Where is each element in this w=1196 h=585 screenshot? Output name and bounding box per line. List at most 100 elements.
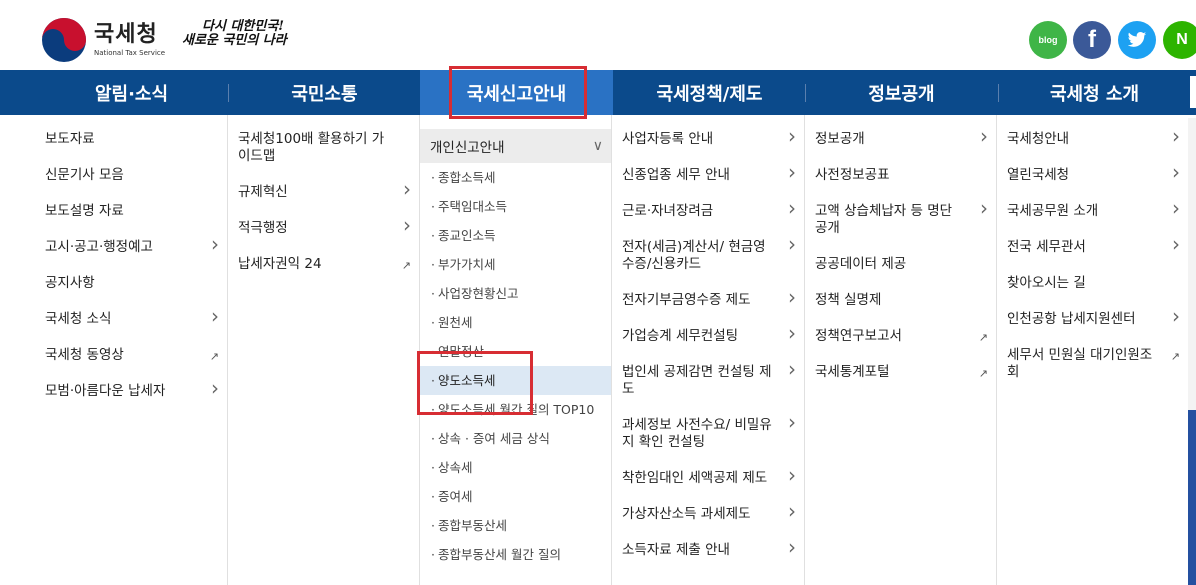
- blog-icon[interactable]: blog: [1029, 21, 1067, 59]
- submenu-item-policy[interactable]: 신종업종 세무 안내 ›: [612, 162, 804, 184]
- submenu-item-news-label: 보도자료: [45, 131, 95, 147]
- submenu-item-filing[interactable]: 부가가치세: [420, 250, 611, 279]
- submenu-item-policy[interactable]: 전자(세금)계산서/ 현금영수증/신용카드 ›: [612, 232, 804, 273]
- submenu-item-news-label: 공지사항: [45, 275, 95, 291]
- submenu-item-comm-label: 납세자권익 24: [238, 256, 322, 272]
- submenu-item-about[interactable]: 열린국세청 ›: [997, 162, 1188, 184]
- submenu-item-news[interactable]: 신문기사 모음: [35, 167, 227, 184]
- site-logo[interactable]: 국세청 National Tax Service: [40, 16, 165, 64]
- chevron-right-icon: ›: [788, 285, 796, 309]
- submenu-item-about[interactable]: 전국 세무관서 ›: [997, 232, 1188, 256]
- submenu-item-info[interactable]: 정책 실명제: [805, 292, 996, 309]
- submenu-item-policy[interactable]: 사업자등록 안내 ›: [612, 126, 804, 148]
- submenu-item-filing[interactable]: 종합부동산세 월간 질의: [420, 540, 611, 569]
- chevron-right-icon: ›: [980, 124, 988, 148]
- nav-info-disclosure[interactable]: 정보공개: [805, 70, 998, 115]
- submenu-item-about[interactable]: 국세청안내 ›: [997, 126, 1188, 148]
- submenu-item-filing-label: 증여세: [438, 489, 473, 504]
- nav-news[interactable]: 알림·소식: [35, 70, 228, 115]
- submenu-item-about[interactable]: 찾아오시는 길: [997, 275, 1188, 292]
- submenu-item-info[interactable]: 정책연구보고서 ↗: [805, 328, 996, 345]
- submenu-item-news-label: 보도설명 자료: [45, 203, 124, 219]
- nav-about[interactable]: 국세청 소개: [998, 70, 1191, 115]
- submenu-item-filing[interactable]: 종합소득세: [420, 163, 611, 192]
- submenu-item-info-label: 정책연구보고서: [815, 328, 902, 344]
- submenu-item-info-label: 정책 실명제: [815, 292, 882, 308]
- highlight-box-nav: [449, 66, 587, 119]
- submenu-item-policy[interactable]: 전자기부금영수증 제도 ›: [612, 285, 804, 309]
- site-header: 국세청 National Tax Service 다시 대한민국! 새로운 국민…: [0, 0, 1196, 70]
- submenu-item-policy[interactable]: 법인세 공제감면 컨설팅 제도 ›: [612, 359, 804, 398]
- naver-post-icon[interactable]: N: [1163, 21, 1196, 59]
- submenu-item-news[interactable]: 고시·공고·행정예고 ›: [35, 234, 227, 256]
- submenu-item-policy-label: 근로·자녀장려금: [622, 203, 714, 219]
- chevron-right-icon: ›: [788, 321, 796, 345]
- submenu-group-label: 개인신고안내: [430, 140, 505, 156]
- submenu-item-filing[interactable]: 종교인소득: [420, 221, 611, 250]
- submenu-item-news-label: 국세청 동영상: [45, 347, 124, 363]
- submenu-item-policy-label: 전자기부금영수증 제도: [622, 292, 751, 308]
- slogan: 다시 대한민국! 새로운 국민의 나라: [182, 20, 287, 48]
- submenu-group-individual[interactable]: 개인신고안내 ∨: [420, 129, 611, 163]
- submenu-item-policy[interactable]: 착한임대인 세액공제 제도 ›: [612, 465, 804, 487]
- submenu-item-about-label: 국세청안내: [1007, 131, 1070, 147]
- submenu-item-comm[interactable]: 규제혁신 ›: [228, 177, 419, 201]
- nav-tax-policy[interactable]: 국세정책/제도: [613, 70, 806, 115]
- submenu-item-news[interactable]: 국세청 소식 ›: [35, 306, 227, 328]
- submenu-item-policy-label: 과세정보 사전수요/ 비밀유지 확인 컨설팅: [622, 417, 772, 450]
- submenu-item-news[interactable]: 국세청 동영상 ↗: [35, 347, 227, 364]
- external-link-icon: ↗: [209, 350, 219, 363]
- submenu-item-filing[interactable]: 원천세: [420, 308, 611, 337]
- submenu-item-filing[interactable]: 주택임대소득: [420, 192, 611, 221]
- submenu-item-filing[interactable]: 상속세: [420, 453, 611, 482]
- submenu-item-policy-label: 전자(세금)계산서/ 현금영수증/신용카드: [622, 239, 766, 272]
- nav-communication[interactable]: 국민소통: [228, 70, 421, 115]
- submenu-item-comm[interactable]: 적극행정 ›: [228, 215, 419, 237]
- taeguk-emblem-icon: [42, 18, 86, 62]
- submenu-item-about[interactable]: 세무서 민원실 대기인원조회 ↗: [997, 347, 1188, 381]
- submenu-item-comm[interactable]: 납세자권익 24 ↗: [228, 256, 419, 273]
- submenu-item-filing[interactable]: 종합부동산세: [420, 511, 611, 540]
- chevron-right-icon: ›: [403, 177, 411, 201]
- search-box-edge[interactable]: [1190, 76, 1196, 108]
- submenu-item-filing[interactable]: 상속 · 증여 세금 상식: [420, 424, 611, 453]
- external-link-icon: ↗: [401, 259, 411, 272]
- submenu-item-about-label: 전국 세무관서: [1007, 239, 1086, 255]
- submenu-item-filing[interactable]: 사업장현황신고: [420, 279, 611, 308]
- submenu-item-info[interactable]: 사전정보공표: [805, 167, 996, 184]
- submenu-item-info-label: 정보공개: [815, 131, 865, 147]
- submenu-item-about[interactable]: 국세공무원 소개 ›: [997, 196, 1188, 220]
- slogan-line1: 다시 대한민국!: [202, 19, 284, 34]
- chevron-right-icon: ›: [1172, 232, 1180, 256]
- submenu-item-filing-label: 상속세: [438, 460, 473, 475]
- submenu-item-info[interactable]: 공공데이터 제공: [805, 256, 996, 273]
- chevron-right-icon: ›: [788, 535, 796, 559]
- facebook-icon[interactable]: f: [1073, 21, 1111, 59]
- submenu-item-policy[interactable]: 소득자료 제출 안내 ›: [612, 535, 804, 559]
- submenu-item-comm-label: 규제혁신: [238, 184, 288, 200]
- logo-name: 국세청: [94, 22, 158, 47]
- submenu-item-filing-label: 종합부동산세 월간 질의: [438, 547, 561, 562]
- submenu-item-policy[interactable]: 가업승계 세무컨설팅 ›: [612, 321, 804, 345]
- submenu-item-news[interactable]: 공지사항: [35, 275, 227, 292]
- submenu-item-comm[interactable]: 국세청100배 활용하기 가이드맵: [228, 131, 419, 165]
- submenu-item-filing[interactable]: 증여세: [420, 482, 611, 511]
- submenu-item-policy[interactable]: 근로·자녀장려금 ›: [612, 198, 804, 220]
- highlight-box-item: [417, 351, 533, 415]
- chevron-right-icon: ›: [788, 232, 796, 256]
- submenu-item-info[interactable]: 고액 상습체납자 등 명단 공개 ›: [805, 198, 996, 237]
- submenu-item-news[interactable]: 보도설명 자료: [35, 203, 227, 220]
- submenu-item-filing-label: 부가가치세: [438, 257, 496, 272]
- submenu-item-info[interactable]: 국세통계포털 ↗: [805, 364, 996, 381]
- twitter-icon[interactable]: [1118, 21, 1156, 59]
- submenu-item-about[interactable]: 인천공항 납세지원센터 ›: [997, 306, 1188, 328]
- submenu-item-info-label: 고액 상습체납자 등 명단 공개: [815, 203, 953, 236]
- submenu-item-policy[interactable]: 가상자산소득 과세제도 ›: [612, 501, 804, 523]
- submenu-item-policy[interactable]: 과세정보 사전수요/ 비밀유지 확인 컨설팅 ›: [612, 412, 804, 451]
- chevron-right-icon: ›: [1172, 196, 1180, 220]
- submenu-item-news[interactable]: 보도자료: [35, 131, 227, 148]
- submenu-item-filing-label: 원천세: [438, 315, 473, 330]
- submenu-item-news[interactable]: 모범·아름다운 납세자 ›: [35, 378, 227, 400]
- submenu-item-info[interactable]: 정보공개 ›: [805, 124, 996, 148]
- external-link-icon: ↗: [1170, 350, 1180, 363]
